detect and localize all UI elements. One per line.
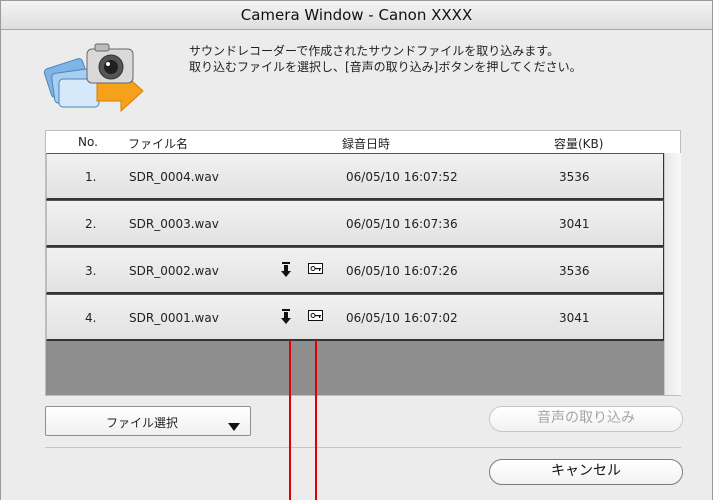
cancel-button[interactable]: キャンセル — [489, 459, 683, 485]
row-file-name: SDR_0002.wav — [129, 264, 219, 278]
row-datetime: 06/05/10 16:07:36 — [346, 217, 458, 231]
camera-window: Camera Window - Canon XXXX サウンドレコーダーで作成さ… — [0, 0, 713, 500]
vertical-scrollbar[interactable] — [664, 153, 681, 395]
row-size: 3536 — [559, 264, 590, 278]
downloaded-icon — [281, 262, 291, 278]
row-size: 3536 — [559, 170, 590, 184]
row-number: 1. — [85, 170, 97, 184]
instruction-line-1: サウンドレコーダーで作成されたサウンドファイルを取り込みます。 — [189, 44, 560, 58]
divider — [45, 447, 681, 448]
row-number: 4. — [85, 311, 97, 325]
protect-icon — [308, 263, 323, 274]
table-row[interactable]: 2. SDR_0003.wav 06/05/10 16:07:36 3041 — [46, 200, 665, 247]
file-select-dropdown[interactable]: ファイル選択 — [45, 406, 251, 436]
column-size[interactable]: 容量(KB) — [554, 135, 603, 152]
row-file-name: SDR_0004.wav — [129, 170, 219, 184]
column-no[interactable]: No. — [78, 135, 98, 149]
table-body: 1. SDR_0004.wav 06/05/10 16:07:52 3536 2… — [46, 153, 665, 395]
column-file-name[interactable]: ファイル名 — [128, 135, 188, 152]
instructions: サウンドレコーダーで作成されたサウンドファイルを取り込みます。 取り込むファイル… — [189, 43, 582, 75]
row-datetime: 06/05/10 16:07:52 — [346, 170, 458, 184]
import-audio-button[interactable]: 音声の取り込み — [489, 406, 683, 432]
table-header: No. ファイル名 録音日時 容量(KB) — [46, 131, 680, 153]
row-datetime: 06/05/10 16:07:02 — [346, 311, 458, 325]
row-number: 3. — [85, 264, 97, 278]
row-datetime: 06/05/10 16:07:26 — [346, 264, 458, 278]
camera-transfer-icon — [41, 41, 151, 121]
downloaded-icon — [281, 309, 291, 325]
table-row[interactable]: 3. SDR_0002.wav 06/05/10 16:07:26 3536 — [46, 247, 665, 294]
annotation-line-protect — [315, 340, 317, 500]
row-file-name: SDR_0003.wav — [129, 217, 219, 231]
window-title: Camera Window - Canon XXXX — [1, 1, 712, 30]
column-recorded-datetime[interactable]: 録音日時 — [342, 135, 390, 152]
protect-icon — [308, 310, 323, 321]
row-file-name: SDR_0001.wav — [129, 311, 219, 325]
table-row[interactable]: 4. SDR_0001.wav 06/05/10 16:07:02 3041 — [46, 294, 665, 341]
file-table: No. ファイル名 録音日時 容量(KB) 1. SDR_0004.wav 06… — [45, 130, 681, 396]
file-select-label: ファイル選択 — [106, 416, 179, 430]
row-size: 3041 — [559, 217, 590, 231]
row-size: 3041 — [559, 311, 590, 325]
triangle-down-icon — [228, 420, 240, 431]
instruction-line-2: 取り込むファイルを選択し、[音声の取り込み]ボタンを押してください。 — [189, 60, 582, 74]
annotation-line-downloaded — [289, 340, 291, 500]
row-number: 2. — [85, 217, 97, 231]
table-row[interactable]: 1. SDR_0004.wav 06/05/10 16:07:52 3536 — [46, 153, 665, 200]
